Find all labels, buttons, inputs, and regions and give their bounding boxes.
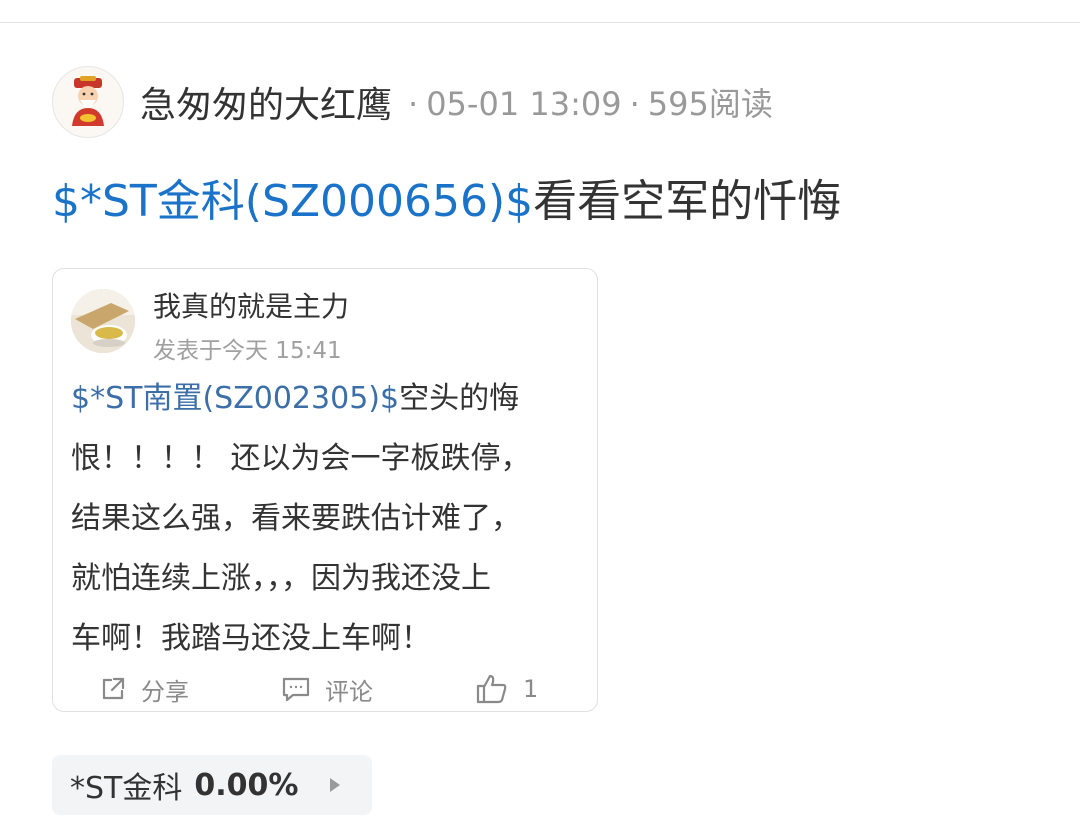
- comment-label: 评论: [325, 677, 373, 706]
- like-count: 1: [523, 675, 539, 703]
- quote-line-1-text: 空头的悔: [399, 381, 520, 416]
- quote-line-5: 车啊！我踏马还没上车啊！: [71, 621, 431, 656]
- tea-cup-avatar-icon: [71, 289, 135, 353]
- quote-posted-time: 发表于今天 15:41: [153, 338, 342, 364]
- meta-separator: ·: [629, 85, 640, 123]
- top-divider: [0, 22, 1080, 23]
- post-date: 05-01 13:09: [426, 85, 622, 123]
- fortune-god-avatar-icon: [72, 76, 104, 126]
- quote-actions: 分享 评论 1: [53, 669, 599, 709]
- share-button[interactable]: 分享: [99, 669, 189, 709]
- quote-stock-link[interactable]: $*ST南置(SZ002305)$: [71, 381, 399, 416]
- stock-chip-change: 0.00%: [194, 767, 299, 803]
- quote-line-3: 结果这么强，看来要跌估计难了，: [71, 501, 521, 536]
- author-row: 急匆匆的大红鹰 · 05-01 13:09 · 595阅读: [52, 64, 773, 140]
- comment-icon: [281, 675, 311, 703]
- comment-button[interactable]: 评论: [281, 669, 373, 709]
- share-label: 分享: [141, 677, 189, 706]
- view-count: 595阅读: [647, 85, 773, 123]
- thumbs-up-icon: [475, 672, 509, 706]
- like-button[interactable]: 1: [475, 669, 538, 709]
- share-icon: [99, 675, 127, 703]
- quote-line-4: 就怕连续上涨，，，因为我还没上: [71, 561, 491, 596]
- post-stock-link[interactable]: $*ST金科(SZ000656)$: [52, 176, 533, 227]
- post-meta: · 05-01 13:09 · 595阅读: [400, 79, 773, 125]
- quote-line-2: 恨！！！！ 还以为会一字板跌停，: [71, 441, 531, 476]
- post-title: $*ST金科(SZ000656)$看看空军的忏悔: [52, 170, 841, 234]
- author-avatar[interactable]: [52, 66, 124, 138]
- author-name[interactable]: 急匆匆的大红鹰: [140, 76, 392, 128]
- quote-line-1: $*ST南置(SZ002305)$空头的悔: [71, 369, 581, 429]
- play-arrow-icon: [328, 777, 342, 793]
- post-title-text: 看看空军的忏悔: [533, 176, 842, 227]
- stock-chip-name: *ST金科: [70, 771, 183, 806]
- quote-body: $*ST南置(SZ002305)$空头的悔 恨！！！！ 还以为会一字板跌停， 结…: [71, 369, 581, 669]
- quote-username[interactable]: 我真的就是主力: [153, 285, 349, 325]
- meta-separator: ·: [408, 85, 419, 123]
- stock-chip[interactable]: *ST金科 0.00%: [52, 755, 372, 815]
- quote-user-avatar[interactable]: [71, 289, 135, 353]
- quoted-post-card[interactable]: 我真的就是主力 发表于今天 15:41 $*ST南置(SZ002305)$空头的…: [52, 268, 598, 712]
